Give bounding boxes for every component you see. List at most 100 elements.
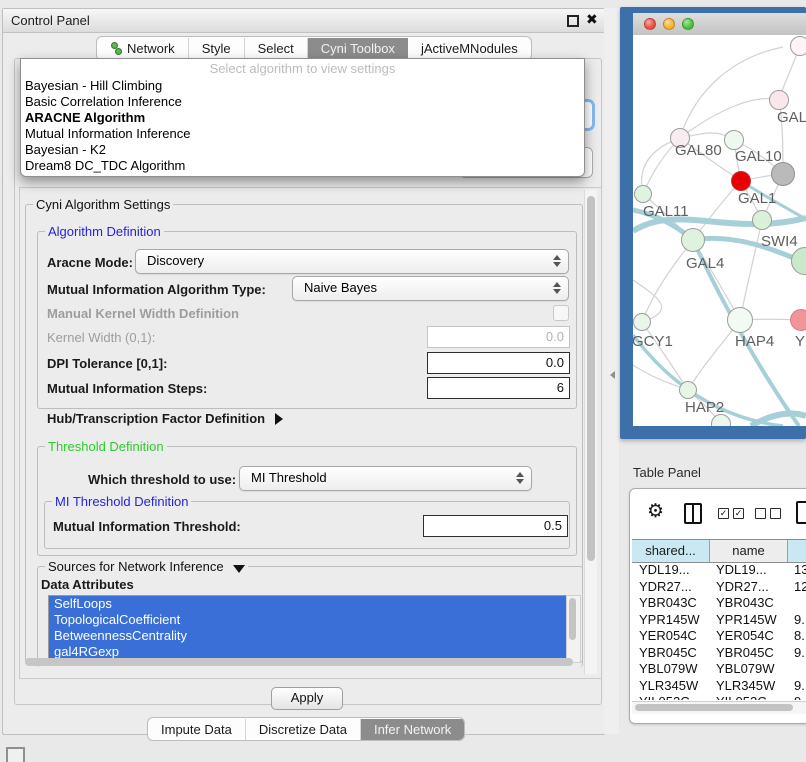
table-row[interactable]: YBR045CYBR045C9. — [632, 645, 806, 662]
minimize-light[interactable] — [663, 18, 675, 30]
control-panel: Control Panel ✖ NetworkStyleSelectCyni T… — [2, 8, 605, 735]
table-settings-gear-icon[interactable]: ⚙ — [647, 502, 664, 521]
restore-panel-icon[interactable] — [6, 747, 25, 762]
algorithm-popup-list: Bayesian - Hill ClimbingBasic Correlatio… — [21, 78, 584, 174]
network-node[interactable] — [769, 90, 789, 110]
network-node[interactable] — [752, 210, 772, 230]
tab-label: jActiveMNodules — [421, 38, 518, 59]
checked-checkbox-icon[interactable]: ✓ — [733, 508, 744, 519]
network-node[interactable] — [724, 130, 744, 150]
table-row[interactable]: YLR345WYLR345W9. — [632, 678, 806, 695]
zoom-light[interactable] — [682, 18, 694, 30]
node-label: GAL4 — [686, 255, 724, 272]
column-header-extra[interactable] — [788, 540, 806, 562]
network-icon — [110, 42, 122, 55]
settings-horizontal-scrollbar[interactable] — [23, 657, 579, 667]
network-node[interactable] — [633, 313, 651, 331]
algorithm-option[interactable]: Bayesian - K2 — [21, 142, 584, 158]
which-threshold-value: MI Threshold — [251, 470, 327, 485]
column-layout-icon[interactable] — [684, 503, 702, 524]
tab-jactivemnodules[interactable]: jActiveMNodules — [408, 38, 531, 59]
mi-type-value: Naive Bayes — [304, 280, 377, 295]
dpi-tolerance-label: DPI Tolerance [0,1]: — [47, 356, 167, 371]
manual-kernel-checkbox[interactable] — [553, 305, 569, 321]
which-threshold-combobox[interactable]: MI Threshold — [239, 466, 532, 491]
table-cell: YBR045C — [716, 645, 774, 662]
network-node[interactable] — [790, 36, 806, 56]
splitter-collapse-icon[interactable] — [610, 371, 615, 379]
tab-select[interactable]: Select — [245, 38, 308, 59]
node-label: GAL80 — [675, 142, 722, 159]
combo-spinner-icon — [553, 254, 561, 268]
attribute-list-item[interactable]: BetweennessCentrality — [49, 628, 566, 644]
checked-checkbox-icon[interactable]: ✓ — [718, 508, 729, 519]
table-row[interactable]: YBR043CYBR043C — [632, 595, 806, 612]
attribute-list-item[interactable]: TopologicalCoefficient — [49, 612, 566, 628]
hub-definition-toggle[interactable]: Hub/Transcription Factor Definition — [47, 411, 283, 426]
algorithm-option[interactable]: Mutual Information Inference — [21, 126, 584, 142]
kernel-width-field[interactable]: 0.0 — [427, 326, 570, 348]
close-light[interactable] — [644, 18, 656, 30]
table-row[interactable]: YBL079WYBL079W — [632, 661, 806, 678]
network-node[interactable] — [679, 381, 697, 399]
application-window: Control Panel ✖ NetworkStyleSelectCyni T… — [0, 0, 806, 762]
algorithm-popup-placeholder: Select algorithm to view settings — [21, 59, 584, 78]
aracne-mode-label: Aracne Mode: — [47, 255, 133, 270]
tab-cyni-toolbox[interactable]: Cyni Toolbox — [308, 38, 408, 59]
float-window-icon[interactable] — [567, 15, 579, 27]
export-table-icon[interactable] — [796, 501, 806, 524]
table-cell: 9. — [794, 612, 805, 629]
close-panel-icon[interactable]: ✖ — [586, 11, 598, 28]
table-row[interactable]: YIL052CYIL052C9 — [632, 694, 806, 700]
node-label: HAP2 — [685, 399, 724, 416]
network-node[interactable] — [731, 171, 751, 191]
tab-network[interactable]: Network — [97, 38, 189, 59]
unchecked-checkbox-icon[interactable] — [755, 508, 766, 519]
table-horizontal-scrollbar[interactable] — [632, 701, 806, 714]
network-node[interactable] — [681, 228, 705, 252]
algorithm-option[interactable]: ARACNE Algorithm — [21, 110, 584, 126]
network-node[interactable] — [727, 307, 753, 333]
attribute-list-item[interactable]: SelfLoops — [49, 596, 566, 612]
table-row[interactable]: YER054CYER054C8. — [632, 628, 806, 645]
tab-style[interactable]: Style — [189, 38, 245, 59]
settings-vertical-scrollbar[interactable] — [584, 190, 597, 674]
apply-button[interactable]: Apply — [271, 687, 343, 710]
tab-infer-network[interactable]: Infer Network — [361, 719, 464, 740]
aracne-mode-combobox[interactable]: Discovery — [135, 249, 569, 274]
column-header-shared...[interactable]: shared... — [632, 540, 710, 562]
mi-threshold-field[interactable]: 0.5 — [423, 515, 568, 537]
table-row[interactable]: YDR27...YDR27...12 — [632, 579, 806, 596]
data-attributes-list[interactable]: SelfLoopsTopologicalCoefficientBetweenne… — [48, 595, 567, 663]
table-cell: YDL19... — [639, 562, 690, 579]
tab-impute-data[interactable]: Impute Data — [148, 719, 246, 740]
network-node[interactable] — [790, 309, 806, 331]
tab-discretize-data[interactable]: Discretize Data — [246, 719, 361, 740]
unchecked-checkbox-icon[interactable] — [770, 508, 781, 519]
mi-type-combobox[interactable]: Naive Bayes — [292, 276, 569, 301]
mi-threshold-label: Mutual Information Threshold: — [53, 519, 241, 534]
hub-definition-label: Hub/Transcription Factor Definition — [47, 411, 265, 426]
attribute-list-scrollbar[interactable] — [566, 595, 581, 663]
algorithm-option[interactable]: Bayesian - Hill Climbing — [21, 78, 584, 94]
mi-steps-field[interactable]: 6 — [427, 377, 570, 399]
algorithm-option[interactable]: Dream8 DC_TDC Algorithm — [21, 158, 584, 174]
manual-kernel-label: Manual Kernel Width Definition — [47, 306, 239, 321]
table-row[interactable]: YPR145WYPR145W9. — [632, 612, 806, 629]
tab-label: Select — [258, 38, 294, 59]
node-label: GAL10 — [735, 148, 782, 165]
table-panel: ⚙ ✓ ✓ shared...name YDL19...YDL19...13YD… — [629, 488, 806, 724]
column-header-name[interactable]: name — [710, 540, 788, 562]
network-node[interactable] — [771, 162, 795, 186]
dpi-tolerance-field[interactable]: 0.0 — [427, 352, 570, 374]
table-cell: YBR045C — [639, 645, 697, 662]
table-row[interactable]: YDL19...YDL19...13 — [632, 562, 806, 579]
network-canvas[interactable]: GALGAL80GAL10GAL1GAL11SWI4GAL4GCY1HAP4YH… — [633, 35, 806, 426]
sources-group-title[interactable]: Sources for Network Inference — [45, 559, 248, 574]
kernel-width-label: Kernel Width (0,1): — [47, 330, 155, 345]
algorithm-option[interactable]: Basic Correlation Inference — [21, 94, 584, 110]
node-label: SWI4 — [761, 233, 798, 250]
node-label: GAL — [777, 109, 806, 126]
mi-steps-label: Mutual Information Steps: — [47, 381, 207, 396]
network-node[interactable] — [634, 185, 652, 203]
